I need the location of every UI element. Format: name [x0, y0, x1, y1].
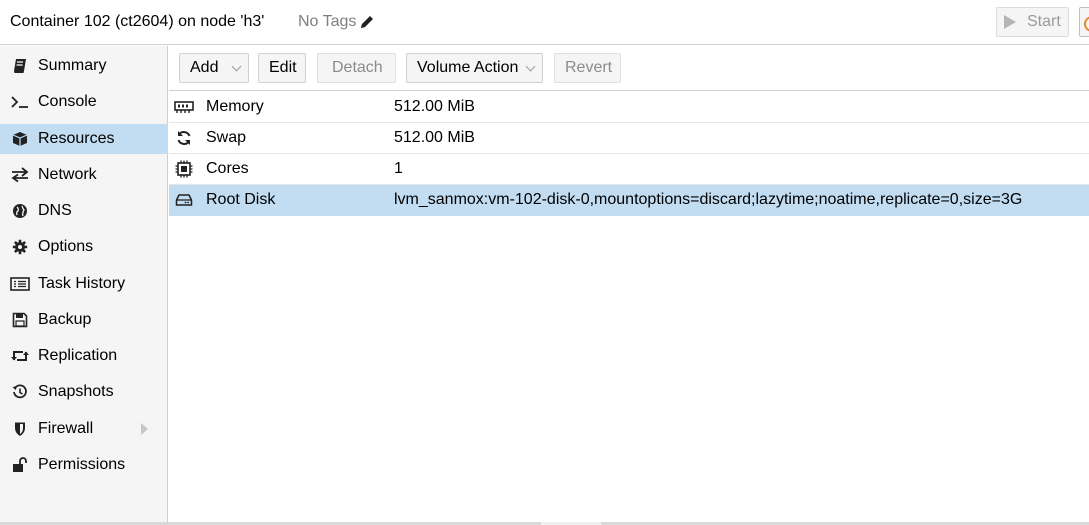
exchange-icon: [10, 165, 30, 185]
sidebar-item-summary[interactable]: Summary: [0, 51, 168, 81]
detach-button[interactable]: Detach: [317, 53, 396, 83]
sidebar-item-resources[interactable]: Resources: [0, 124, 168, 154]
terminal-icon: [10, 92, 30, 112]
book-icon: [10, 56, 30, 76]
start-label: Start: [1027, 13, 1061, 30]
sidebar-item-firewall[interactable]: Firewall: [0, 414, 168, 444]
shutdown-button[interactable]: [1079, 7, 1089, 37]
cpu-icon: [173, 159, 195, 179]
add-button[interactable]: Add: [179, 53, 249, 83]
sidebar-item-snapshots[interactable]: Snapshots: [0, 377, 168, 407]
table-row[interactable]: Cores 1: [169, 154, 1089, 185]
pencil-icon[interactable]: [359, 14, 375, 30]
expand-arrow-icon[interactable]: [141, 423, 148, 435]
chevron-down-icon: [525, 61, 536, 72]
sidebar-item-label: Firewall: [38, 420, 94, 437]
chevron-down-icon: [231, 61, 242, 72]
sidebar-item-label: Replication: [38, 347, 118, 364]
sidebar-item-label: Permissions: [38, 456, 126, 473]
table-row[interactable]: Swap 512.00 MiB: [169, 123, 1089, 154]
sidebar-item-label: Options: [38, 238, 94, 255]
sidebar-item-label: Resources: [38, 130, 115, 147]
start-button[interactable]: Start: [996, 7, 1069, 37]
resource-value: lvm_sanmox:vm-102-disk-0,mountoptions=di…: [394, 191, 1023, 208]
sidebar-item-label: Backup: [38, 311, 92, 328]
resources-toolbar: Add Edit Detach Volume Action Revert: [169, 46, 1089, 91]
gear-icon: [10, 237, 30, 257]
table-row[interactable]: Root Disk lvm_sanmox:vm-102-disk-0,mount…: [169, 185, 1089, 216]
revert-button[interactable]: Revert: [554, 53, 621, 83]
sidebar-item-label: Summary: [38, 57, 107, 74]
shield-icon: [10, 419, 30, 439]
sidebar-item-replication[interactable]: Replication: [0, 341, 168, 371]
tags-label: No Tags: [298, 13, 357, 30]
resource-value: 512.00 MiB: [394, 129, 475, 146]
sidebar-item-label: Task History: [38, 275, 126, 292]
sidebar: Summary Console Resources Network DNS Op…: [0, 46, 168, 523]
revert-label: Revert: [565, 59, 613, 76]
play-icon: [1004, 15, 1016, 29]
detach-label: Detach: [332, 59, 383, 76]
volume-action-button[interactable]: Volume Action: [406, 53, 543, 83]
page-title: Container 102 (ct2604) on node 'h3': [10, 13, 265, 30]
resource-value: 512.00 MiB: [394, 98, 475, 115]
sidebar-item-dns[interactable]: DNS: [0, 196, 168, 226]
memory-icon: [173, 97, 195, 117]
cube-icon: [10, 129, 30, 149]
resource-key: Root Disk: [206, 191, 276, 208]
page-header: Container 102 (ct2604) on node 'h3' No T…: [0, 0, 1089, 45]
resource-key: Memory: [206, 98, 264, 115]
edit-button[interactable]: Edit: [258, 53, 306, 83]
sidebar-item-label: Console: [38, 93, 97, 110]
resource-key: Swap: [206, 129, 247, 146]
table-row[interactable]: Memory 512.00 MiB: [169, 92, 1089, 123]
retweet-icon: [10, 346, 30, 366]
unlock-icon: [10, 455, 30, 475]
list-icon: [10, 274, 30, 294]
sidebar-item-label: Network: [38, 166, 97, 183]
sidebar-item-network[interactable]: Network: [0, 160, 168, 190]
sidebar-item-label: Snapshots: [38, 383, 114, 400]
hdd-icon: [173, 190, 195, 210]
add-label: Add: [190, 59, 219, 76]
refresh-icon: [173, 128, 195, 148]
volume-action-label: Volume Action: [417, 59, 519, 76]
sidebar-item-permissions[interactable]: Permissions: [0, 450, 168, 480]
resource-key: Cores: [206, 160, 249, 177]
sidebar-item-task-history[interactable]: Task History: [0, 269, 168, 299]
floppy-icon: [10, 310, 30, 330]
sidebar-item-console[interactable]: Console: [0, 87, 168, 117]
globe-icon: [10, 201, 30, 221]
tags-edit[interactable]: No Tags: [298, 13, 375, 31]
sidebar-item-backup[interactable]: Backup: [0, 305, 168, 335]
sidebar-item-options[interactable]: Options: [0, 232, 168, 262]
edit-label: Edit: [269, 59, 297, 76]
sidebar-item-label: DNS: [38, 202, 72, 219]
resource-value: 1: [394, 160, 403, 177]
history-icon: [10, 382, 30, 402]
